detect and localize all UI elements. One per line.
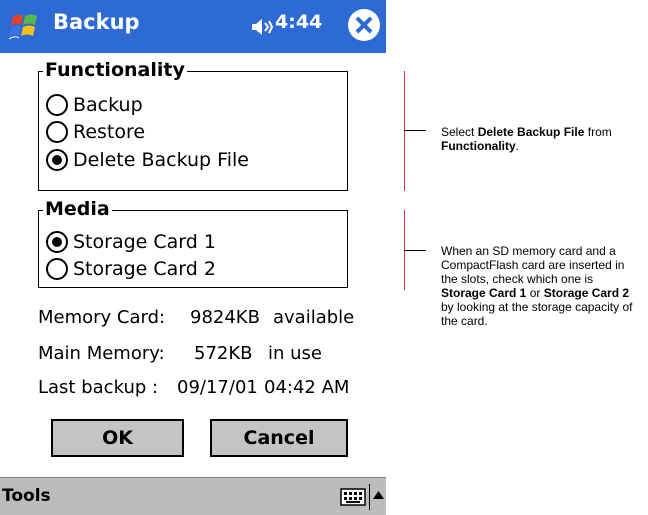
note-text: by looking at the storage capacity of th… (441, 300, 633, 328)
radio-label: Storage Card 2 (73, 258, 216, 280)
radio-restore[interactable]: Restore (46, 121, 145, 143)
callout-leader-media (404, 250, 426, 251)
memory-card-value: 9824KB (190, 307, 260, 328)
radio-circle (46, 258, 68, 280)
radio-storage-card-1[interactable]: Storage Card 1 (46, 231, 216, 253)
callout-functionality-note: Select Delete Backup File from Functiona… (441, 125, 641, 153)
main-memory-value: 572KB (194, 343, 253, 364)
ok-button[interactable]: OK (51, 419, 184, 457)
note-text: or (526, 286, 544, 300)
keyboard-icon[interactable] (340, 488, 366, 506)
windows-start-icon[interactable] (6, 8, 44, 44)
radio-storage-card-2[interactable]: Storage Card 2 (46, 258, 216, 280)
note-text: from (584, 125, 612, 139)
callout-media-note: When an SD memory card and a CompactFlas… (441, 244, 641, 328)
last-backup-label: Last backup : (38, 377, 159, 398)
radio-circle-selected (46, 231, 68, 253)
radio-delete-backup-file[interactable]: Delete Backup File (46, 149, 249, 171)
last-backup-date: 09/17/01 (177, 377, 258, 398)
media-title: Media (43, 196, 112, 222)
speaker-icon[interactable] (250, 16, 274, 38)
sip-divider (369, 484, 370, 510)
radio-label: Restore (73, 121, 146, 143)
radio-circle (46, 121, 68, 143)
close-button[interactable] (348, 9, 380, 41)
memory-card-label: Memory Card: (38, 307, 166, 328)
caret-up-icon[interactable] (373, 490, 384, 500)
main-memory-label: Main Memory: (38, 343, 165, 364)
note-bold: Delete Backup File (477, 125, 585, 139)
note-text: When an SD memory card and a CompactFlas… (441, 244, 625, 286)
note-bold: Functionality (441, 139, 516, 153)
note-text: . (515, 139, 520, 153)
radio-circle-selected (46, 149, 68, 171)
title-bar: Backup 4:44 (0, 0, 386, 53)
memory-card-status: available (273, 307, 355, 328)
radio-label: Backup (73, 94, 143, 116)
callout-bracket-functionality (404, 71, 405, 191)
tools-menu[interactable]: Tools (2, 486, 51, 506)
note-bold: Storage Card 2 (543, 286, 630, 300)
menu-bar: Tools (0, 477, 386, 515)
cancel-button[interactable]: Cancel (210, 419, 348, 457)
note-text: Select (441, 125, 478, 139)
main-memory-status: in use (268, 343, 322, 364)
functionality-title: Functionality (43, 57, 187, 83)
clock[interactable]: 4:44 (275, 11, 322, 33)
last-backup-time: 04:42 AM (264, 377, 350, 398)
pocket-pc-screen: Backup 4:44 Functionality Backup Restore… (0, 0, 386, 515)
radio-backup[interactable]: Backup (46, 94, 143, 116)
radio-circle (46, 94, 68, 116)
note-bold: Storage Card 1 (441, 286, 527, 300)
radio-label: Storage Card 1 (73, 231, 216, 253)
app-title: Backup (53, 10, 140, 34)
radio-label: Delete Backup File (73, 149, 249, 171)
callout-leader-functionality (404, 130, 426, 131)
